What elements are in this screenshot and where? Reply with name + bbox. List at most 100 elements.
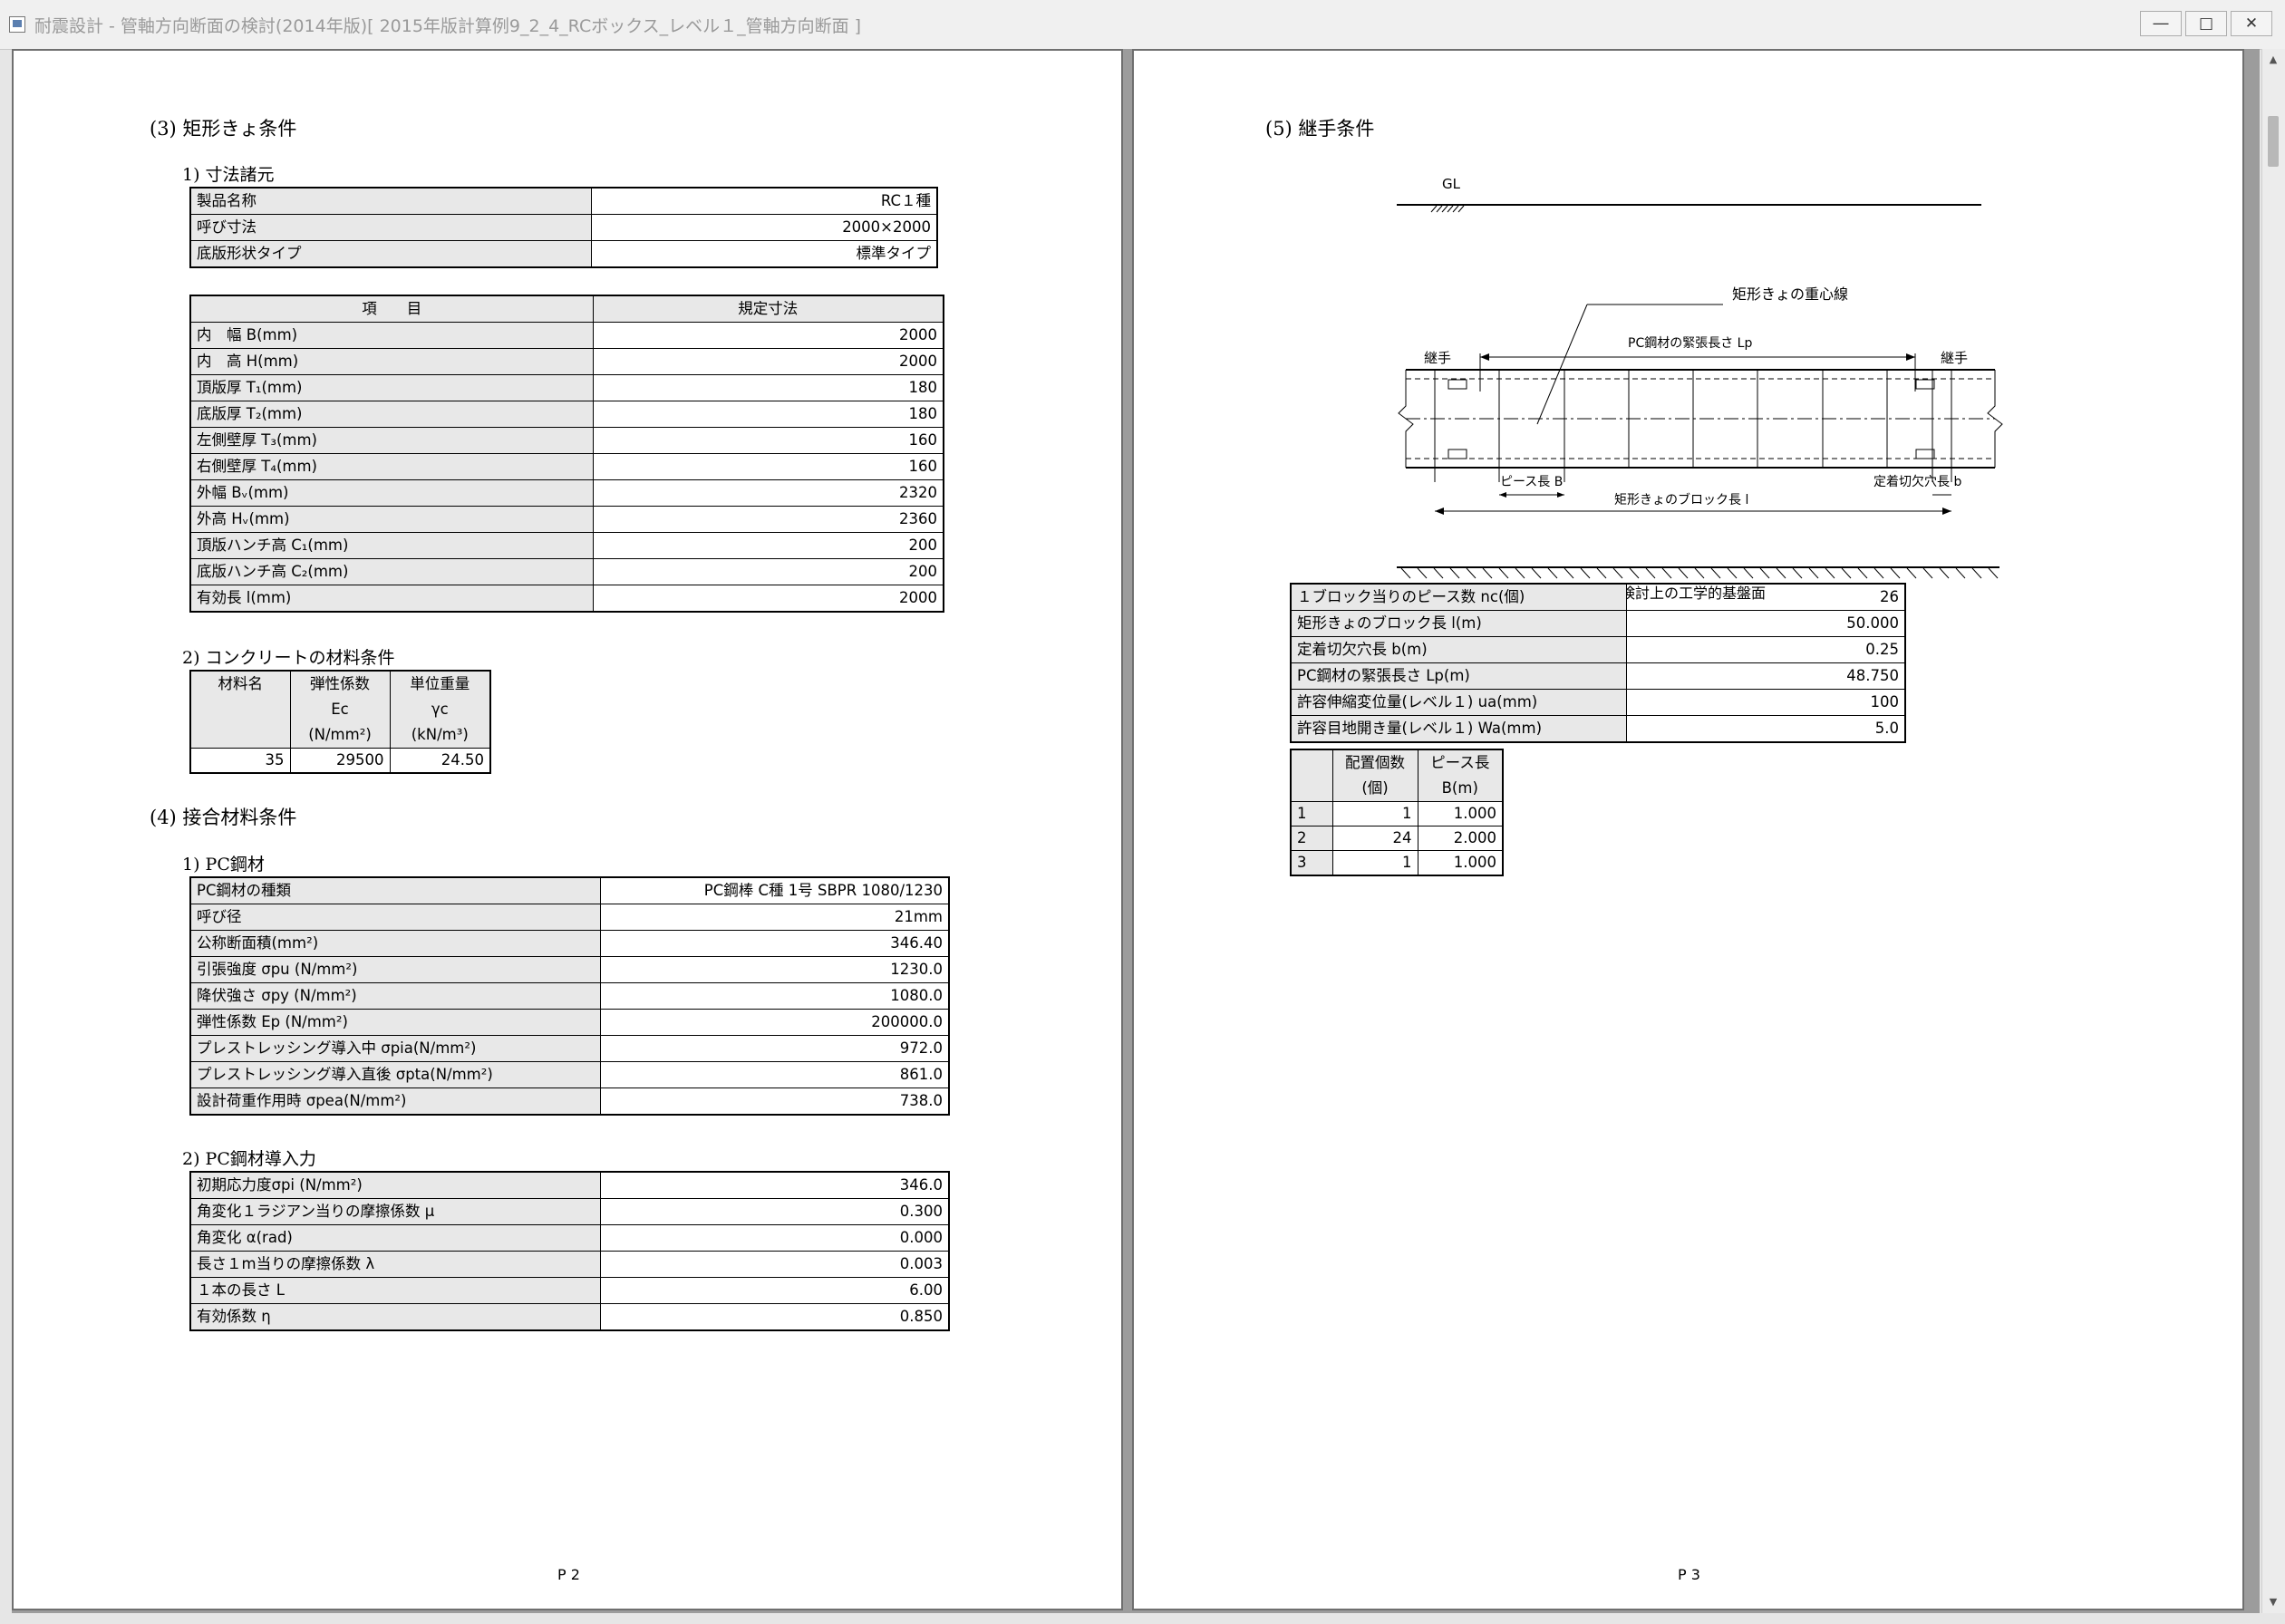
page-number-left: P 2 [557, 1566, 580, 1583]
table-row: 1 1 1.000 [1290, 801, 1504, 826]
gl-hatch [1430, 205, 1465, 213]
dims-value: 2320 [592, 479, 944, 507]
pc-value: 346.40 [599, 930, 950, 957]
joint-label: 定着切欠穴長 b(m) [1290, 636, 1627, 663]
pc-value: PC鋼棒 C種 1号 SBPR 1080/1230 [599, 876, 950, 904]
header-weight: 単位重量 γc (kN/m³) [389, 670, 491, 749]
table-row: 外高 Hᵥ(mm) 2360 [189, 506, 944, 533]
pc-force-label: 角変化 α(rad) [189, 1224, 601, 1252]
tension-arrow-left [1480, 353, 1489, 361]
dims-table: 項 目規定寸法 内 幅 B(mm) 2000 内 高 H(mm) 2000 頂版厚 … [189, 295, 944, 613]
pc-label: 降伏強さ σpy (N/mm²) [189, 982, 601, 1010]
product-value: RC１種 [590, 187, 938, 215]
close-button[interactable]: ✕ [2231, 11, 2272, 36]
page-number-right: P 3 [1678, 1566, 1700, 1583]
table-row: 定着切欠穴長 b(m) 0.25 [1290, 636, 1906, 663]
base-hatch [1400, 567, 1999, 579]
pc-force-value: 346.0 [599, 1171, 950, 1199]
notch-length-label: 定着切欠穴長 b [1874, 475, 1961, 489]
joint-label: 許容目地開き量(レベル１) Wa(mm) [1290, 715, 1627, 743]
dims-label: 左側壁厚 T₃(mm) [189, 427, 594, 454]
section-5-title: (5) 継手条件 [1265, 118, 1375, 140]
header-length: ピース長 B(m) [1417, 749, 1504, 802]
dims-label: 頂版厚 T₁(mm) [189, 374, 594, 401]
header-material: 材料名 [189, 670, 291, 749]
pc-value: 1080.0 [599, 982, 950, 1010]
joint-value: 48.750 [1625, 662, 1906, 690]
pc-label: 弾性係数 Ep (N/mm²) [189, 1009, 601, 1036]
pc-title: 1) PC鋼材 [182, 855, 265, 875]
table-row: 有効係数 η 0.850 [189, 1303, 950, 1331]
pc-value: 738.0 [599, 1088, 950, 1116]
pc-label: 設計荷重作用時 σpea(N/mm²) [189, 1088, 601, 1116]
dims-label: 内 高 H(mm) [189, 348, 594, 375]
pc-force-title: 2) PC鋼材導入力 [182, 1149, 316, 1169]
header-count-unit: (個) [1361, 779, 1389, 797]
table-row: １ブロック当りのピース数 nc(個) 26 [1290, 583, 1906, 611]
notch-hole [1915, 379, 1935, 390]
piece-table: 配置個数 (個) ピース長 B(m) 1 1 1.000 2 24 2.000 3 1 1.00… [1290, 749, 1504, 876]
table-row: 頂版厚 T₁(mm) 180 [189, 374, 944, 401]
block-length-label: 矩形きょのブロック長 l [1614, 492, 1748, 508]
scroll-thumb[interactable] [2268, 116, 2279, 167]
table-row: 底版厚 T₂(mm) 180 [189, 401, 944, 428]
piece-no: 3 [1290, 850, 1333, 876]
dims-value: 2000 [592, 348, 944, 375]
header-length-unit: B(m) [1441, 779, 1478, 797]
dims-label: 右側壁厚 T₄(mm) [189, 453, 594, 480]
dims-value: 200 [592, 558, 944, 585]
table-row: 角変化１ラジアン当りの摩擦係数 μ 0.300 [189, 1198, 950, 1225]
table-row: 底版ハンチ高 C₂(mm) 200 [189, 558, 944, 585]
pc-force-label: 長さ１m当りの摩擦係数 λ [189, 1251, 601, 1278]
header-elastic: 弾性係数 Ec (N/mm²) [289, 670, 391, 749]
pc-label: プレストレッシング導入直後 σpta(N/mm²) [189, 1061, 601, 1088]
block-arrow-left [1435, 508, 1444, 515]
concrete-table: 材料名 弾性係数 Ec (N/mm²) 単位重量 γc (kN/m³) 35 29500… [189, 670, 491, 774]
section-4-title: (4) 接合材料条件 [150, 807, 297, 828]
table-row: 3 1 1.000 [1290, 850, 1504, 876]
product-label: 呼び寸法 [189, 214, 592, 241]
dims-value: 180 [592, 374, 944, 401]
header-elastic-symbol: Ec [331, 701, 349, 718]
table-row: プレストレッシング導入中 σpia(N/mm²) 972.0 [189, 1035, 950, 1062]
notch-hole [1447, 449, 1467, 459]
scroll-up-arrow-icon[interactable]: ▲ [2262, 49, 2284, 71]
pc-force-value: 0.003 [599, 1251, 950, 1278]
section-3-title: (3) 矩形きょ条件 [150, 118, 297, 140]
concrete-title: 2) コンクリートの材料条件 [182, 648, 395, 668]
minimize-button[interactable]: ― [2140, 11, 2182, 36]
product-label: 製品名称 [189, 187, 592, 215]
pc-force-value: 0.000 [599, 1224, 950, 1252]
dims-value: 2000 [592, 322, 944, 349]
scroll-down-arrow-icon[interactable]: ▼ [2262, 1591, 2284, 1613]
header-weight-unit: (kN/m³) [411, 726, 469, 743]
table-row: 右側壁厚 T₄(mm) 160 [189, 453, 944, 480]
table-row: 引張強度 σpu (N/mm²) 1230.0 [189, 956, 950, 983]
table-row: 公称断面積(mm²) 346.40 [189, 930, 950, 957]
table-row: 許容伸縮変位量(レベル１) ua(mm) 100 [1290, 689, 1906, 716]
piece-no: 2 [1290, 826, 1333, 851]
title-bar: 耐震設計 - 管軸方向断面の検討(2014年版)[ 2015年版計算例9_2_4… [0, 0, 2285, 50]
tension-arrow-right [1906, 353, 1915, 361]
table-row: 左側壁厚 T₃(mm) 160 [189, 427, 944, 454]
header-elastic-label: 弾性係数 [310, 675, 370, 692]
vertical-scrollbar[interactable]: ▲ ▼ [2261, 49, 2285, 1613]
pc-force-label: 有効係数 η [189, 1303, 601, 1331]
joint-value: 0.25 [1625, 636, 1906, 663]
table-row: 呼び寸法 2000×2000 [189, 214, 938, 241]
joint-value: 50.000 [1625, 610, 1906, 637]
table-row: PC鋼材の緊張長さ Lp(m) 48.750 [1290, 662, 1906, 690]
table-row: 角変化 α(rad) 0.000 [189, 1224, 950, 1252]
concrete-name: 35 [189, 748, 291, 774]
pc-force-value: 0.850 [599, 1303, 950, 1331]
piece-joints [1434, 370, 1952, 482]
table-header-row: 配置個数 (個) ピース長 B(m) [1290, 749, 1504, 802]
maximize-button[interactable]: □ [2185, 11, 2227, 36]
pc-label: プレストレッシング導入中 σpia(N/mm²) [189, 1035, 601, 1062]
header-material-label: 材料名 [218, 675, 264, 692]
table-header-row: 材料名 弾性係数 Ec (N/mm²) 単位重量 γc (kN/m³) [189, 670, 491, 749]
piece-no: 1 [1290, 801, 1333, 826]
pc-force-label: 角変化１ラジアン当りの摩擦係数 μ [189, 1198, 601, 1225]
table-row: 内 高 H(mm) 2000 [189, 348, 944, 375]
pc-table: PC鋼材の種類 PC鋼棒 C種 1号 SBPR 1080/1230 呼び径 21mm… [189, 876, 950, 1116]
